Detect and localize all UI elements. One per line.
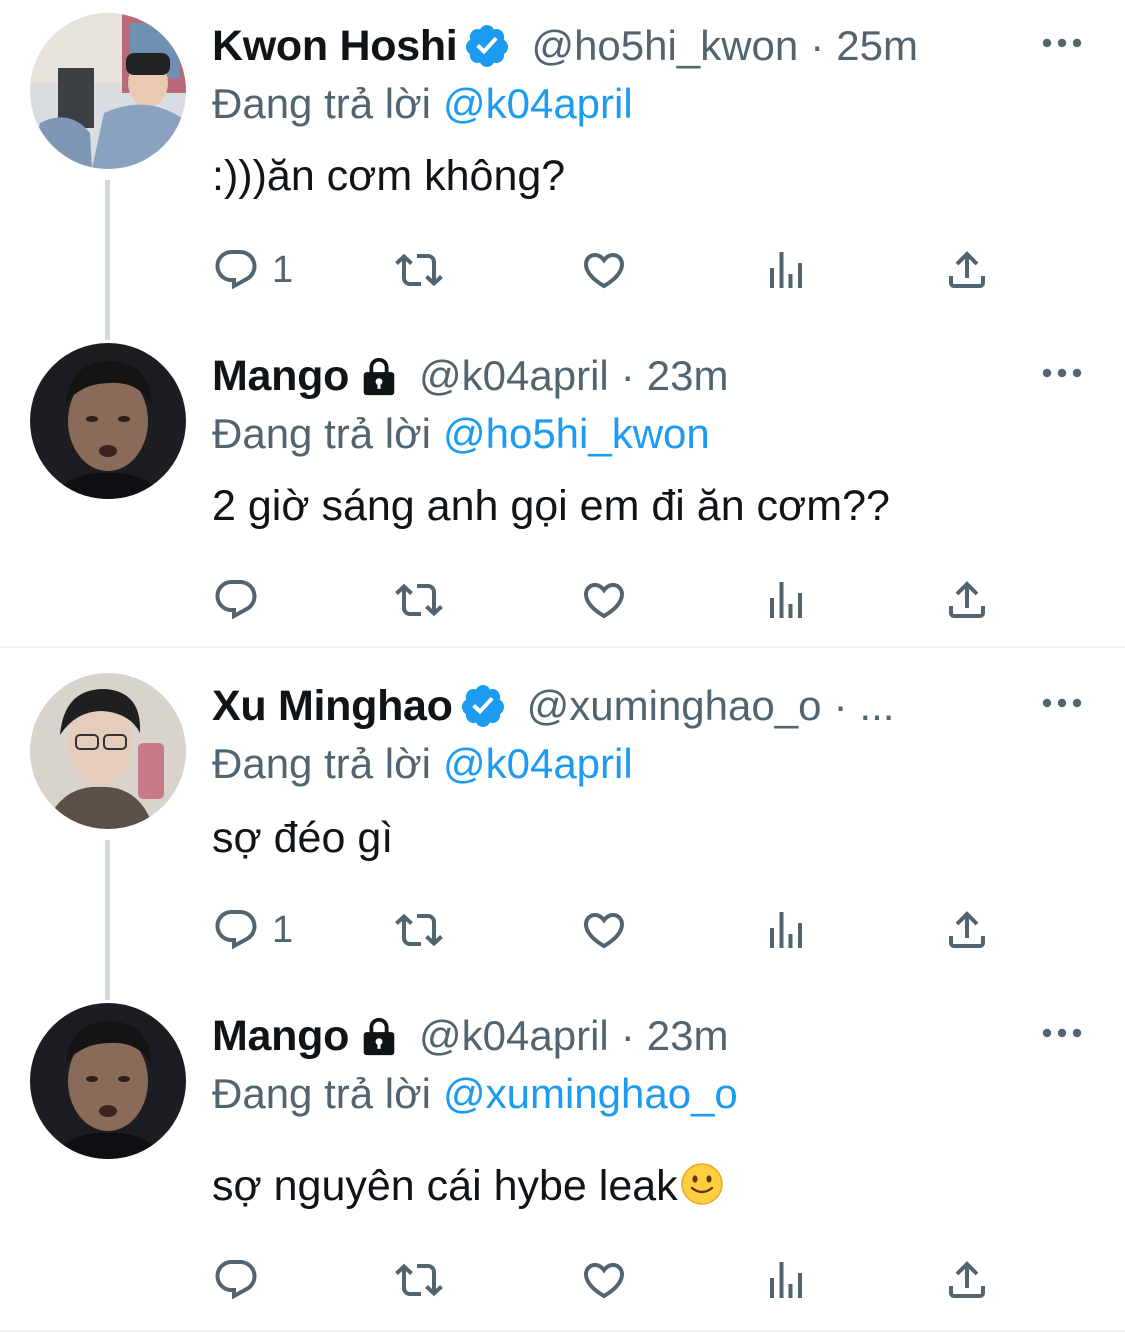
retweet-button[interactable]: [395, 1250, 443, 1310]
display-name[interactable]: Mango: [212, 1012, 349, 1061]
tweet-text: 2 giờ sáng anh gọi em đi ăn cơm??: [212, 482, 890, 530]
display-name[interactable]: Xu Minghao: [212, 682, 453, 731]
bottom-divider: [0, 1330, 1125, 1332]
heart-icon: [580, 246, 628, 294]
timestamp[interactable]: 23m: [647, 352, 729, 400]
retweet-button[interactable]: [395, 900, 443, 960]
verified-badge-icon: [463, 22, 511, 70]
replying-to: Đang trả lời @k04april: [212, 80, 633, 128]
views-button[interactable]: [762, 570, 810, 630]
like-button[interactable]: [580, 240, 628, 300]
mention-link[interactable]: @k04april: [443, 80, 633, 127]
timestamp[interactable]: 23m: [647, 1012, 729, 1060]
reply-button[interactable]: [212, 570, 272, 630]
retweet-icon: [395, 906, 443, 954]
retweet-button[interactable]: [395, 570, 443, 630]
analytics-icon: [762, 246, 810, 294]
like-button[interactable]: [580, 570, 628, 630]
like-button[interactable]: [580, 1250, 628, 1310]
share-icon: [943, 246, 991, 294]
heart-icon: [580, 1256, 628, 1304]
reply-icon: [212, 576, 260, 624]
timestamp[interactable]: 25m: [836, 22, 918, 70]
more-icon[interactable]: [1040, 696, 1084, 710]
views-button[interactable]: [762, 1250, 810, 1310]
share-icon: [943, 576, 991, 624]
reply-button[interactable]: [212, 1250, 272, 1310]
share-button[interactable]: [943, 1250, 991, 1310]
user-handle[interactable]: @xuminghao_o: [527, 682, 822, 730]
more-icon[interactable]: [1040, 36, 1084, 50]
lock-icon: [359, 355, 399, 397]
replying-prefix: Đang trả lời: [212, 80, 431, 127]
replying-to: Đang trả lời @xuminghao_o: [212, 1070, 738, 1118]
mention-link[interactable]: @xuminghao_o: [443, 1070, 738, 1117]
views-button[interactable]: [762, 240, 810, 300]
tweet-text: sợ nguyên cái hybe leak: [212, 1162, 678, 1210]
separator-dot: ·: [810, 22, 825, 69]
share-button[interactable]: [943, 900, 991, 960]
separator-dot: ·: [620, 352, 635, 399]
analytics-icon: [762, 906, 810, 954]
replying-to: Đang trả lời @ho5hi_kwon: [212, 410, 710, 458]
share-button[interactable]: [943, 570, 991, 630]
tweet-actions: 1: [212, 240, 1012, 300]
retweet-icon: [395, 576, 443, 624]
tweet[interactable]: Kwon Hoshi @ho5hi_kwon · 25m Đang trả lờ…: [0, 0, 1125, 330]
replying-prefix: Đang trả lời: [212, 1070, 431, 1117]
tweet-actions: [212, 1250, 1012, 1310]
mention-link[interactable]: @k04april: [443, 740, 633, 787]
replying-to: Đang trả lời @k04april: [212, 740, 633, 788]
replying-prefix: Đang trả lời: [212, 410, 431, 457]
tweet[interactable]: Mango @k04april · 23m Đang trả lời @ho5hi…: [0, 330, 1125, 646]
analytics-icon: [762, 576, 810, 624]
retweet-icon: [395, 246, 443, 294]
display-name[interactable]: Kwon Hoshi: [212, 22, 458, 71]
display-name[interactable]: Mango: [212, 352, 349, 401]
like-button[interactable]: [580, 900, 628, 960]
user-handle[interactable]: @k04april: [419, 352, 609, 400]
analytics-icon: [762, 1256, 810, 1304]
tweet-text: sợ đéo gì: [212, 814, 394, 862]
tweet-text: :)))ăn cơm không?: [212, 152, 566, 200]
views-button[interactable]: [762, 900, 810, 960]
reply-count: 1: [272, 248, 294, 291]
user-handle[interactable]: @k04april: [419, 1012, 609, 1060]
user-handle[interactable]: @ho5hi_kwon: [531, 22, 798, 70]
more-icon[interactable]: [1040, 1026, 1084, 1040]
separator-dot: ·: [833, 682, 848, 729]
heart-icon: [580, 576, 628, 624]
separator-dot: ·: [620, 1012, 635, 1059]
heart-icon: [580, 906, 628, 954]
avatar[interactable]: [30, 343, 186, 499]
more-icon[interactable]: [1040, 366, 1084, 380]
slightly-smiling-face-icon: [680, 1163, 723, 1205]
mention-link[interactable]: @ho5hi_kwon: [443, 410, 710, 457]
share-button[interactable]: [943, 240, 991, 300]
lock-icon: [359, 1015, 399, 1057]
retweet-button[interactable]: [395, 240, 443, 300]
reply-icon: [212, 1256, 260, 1304]
share-icon: [943, 1256, 991, 1304]
verified-badge-icon: [459, 682, 507, 730]
tweet[interactable]: Mango @k04april · 23m Đang trả lời @xumin…: [0, 990, 1125, 1330]
replying-prefix: Đang trả lời: [212, 740, 431, 787]
avatar[interactable]: [30, 1003, 186, 1159]
tweet-actions: 1: [212, 900, 1012, 960]
reply-icon: [212, 906, 260, 954]
avatar[interactable]: [30, 13, 186, 169]
share-icon: [943, 906, 991, 954]
reply-count: 1: [272, 908, 294, 951]
reply-button[interactable]: 1: [212, 240, 293, 300]
retweet-icon: [395, 1256, 443, 1304]
tweet-text-row: sợ nguyên cái hybe leak: [212, 1162, 724, 1211]
reply-button[interactable]: 1: [212, 900, 293, 960]
reply-icon: [212, 246, 260, 294]
tweet[interactable]: Xu Minghao @xuminghao_o · ... Đang trả l…: [0, 660, 1125, 990]
avatar[interactable]: [30, 673, 186, 829]
thread-divider: [0, 646, 1125, 648]
timestamp[interactable]: ...: [859, 682, 894, 730]
tweet-actions: [212, 570, 1012, 630]
